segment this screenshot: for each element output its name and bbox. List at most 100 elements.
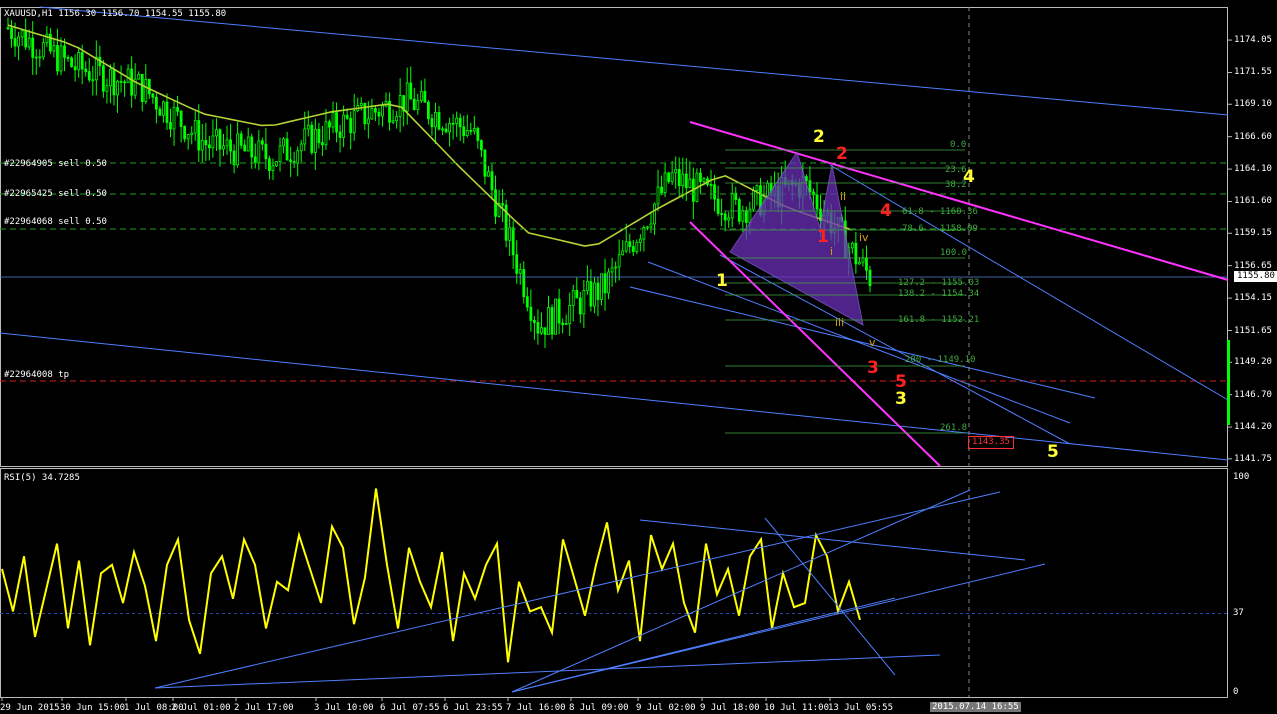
candle-body [239, 133, 243, 146]
wave-label: 1 [817, 227, 829, 247]
candle-body [338, 131, 342, 138]
price-tick-label: 1146.70 [1234, 389, 1272, 400]
candle-body [169, 122, 172, 130]
candle-body [515, 254, 519, 274]
candle-body [296, 150, 300, 164]
rsi-trendline [639, 519, 1026, 561]
candle-body [741, 210, 745, 222]
candle-body [84, 68, 88, 73]
candle-body [596, 282, 600, 300]
symbol-label: XAUUSD,H1 [4, 9, 53, 19]
time-tick-label: 6 Jul 07:55 [380, 703, 440, 713]
fib-label: 138.2 - 1154.34 [898, 289, 980, 299]
candle-body [543, 327, 547, 335]
fib-label: 78.6 - 1158.09 [902, 224, 978, 234]
candle-body [151, 93, 155, 98]
trendline [647, 261, 1071, 424]
candle-body [448, 122, 451, 133]
wave-label: iv [859, 231, 869, 244]
candle-body [861, 257, 865, 263]
wave-label: ii [840, 190, 847, 203]
price-tick-label: 1154.15 [1234, 293, 1272, 304]
candle-body [278, 145, 282, 162]
candle-body [727, 217, 731, 221]
candle-body [271, 165, 275, 172]
candle-body [854, 242, 858, 265]
candle-body [702, 178, 706, 182]
time-tick-label: 2 Jul 17:00 [234, 703, 294, 713]
candle-body [257, 140, 261, 164]
price-tick-label: 1159.15 [1234, 228, 1272, 239]
candle-body [575, 290, 579, 299]
candle-body [328, 121, 331, 128]
candle-body [462, 126, 466, 136]
candle-body [66, 57, 70, 59]
rsi-trendline [511, 597, 896, 693]
candle-body [377, 111, 381, 117]
candle-body [621, 250, 625, 256]
rsi-tick: 0 [1233, 687, 1239, 697]
price-tick-label: 1141.75 [1234, 453, 1272, 464]
candle-body [27, 37, 31, 48]
wave-label: 5 [1047, 442, 1059, 462]
candle-body [617, 254, 621, 268]
order-label[interactable]: #22965425 sell 0.50 [4, 189, 107, 199]
candle-body [557, 298, 561, 324]
rsi-trendline [511, 489, 971, 693]
candle-body [359, 102, 363, 107]
candle-body [518, 269, 522, 274]
candle-body [614, 266, 618, 269]
candle-body [31, 37, 35, 58]
candle-body [183, 126, 187, 140]
order-label[interactable]: #22964905 sell 0.50 [4, 159, 107, 169]
candle-body [204, 140, 208, 146]
candle-body [222, 145, 225, 150]
candle-body [850, 242, 854, 249]
candle-body [73, 66, 77, 71]
price-tick-label: 1156.65 [1234, 260, 1272, 271]
candle-body [469, 130, 473, 132]
candle-body [501, 203, 504, 206]
candle-body [589, 281, 593, 307]
candle-body [709, 184, 713, 186]
time-tick-label: 3 Jul 10:00 [314, 703, 374, 713]
price-tick-label: 1144.20 [1234, 422, 1272, 433]
candle-body [571, 290, 575, 306]
candle-body [331, 112, 335, 128]
candle-body [109, 68, 112, 87]
candle-body [865, 257, 868, 271]
candle-body [677, 168, 681, 187]
candle-body [207, 144, 211, 149]
candle-body [455, 117, 459, 124]
order-label[interactable]: #22964068 sell 0.50 [4, 217, 107, 227]
candle-body [321, 142, 324, 146]
candle-body [335, 112, 338, 133]
candle-body [313, 128, 317, 153]
fib-label: 127.2 - 1155.03 [898, 278, 980, 288]
candle-body [352, 110, 356, 134]
candle-body [17, 36, 20, 47]
candle-body [38, 56, 42, 59]
candle-body [487, 171, 490, 177]
wave-label: v [869, 336, 876, 349]
trendline [39, 6, 1229, 116]
candle-body [218, 129, 222, 150]
candle-body [6, 27, 10, 30]
candle-body [430, 118, 434, 128]
candle-body [529, 306, 533, 321]
candle-body [119, 80, 123, 83]
candle-body [536, 322, 540, 334]
candle-body [91, 79, 95, 82]
candle-body [628, 241, 632, 247]
trendline [0, 332, 1229, 461]
chart-window: XAUUSD,H1 1156.30 1156.70 1154.55 1155.8… [0, 0, 1277, 714]
candle-body [568, 305, 572, 324]
candle-body [815, 194, 819, 210]
fib-label: 261.8 [940, 423, 968, 433]
candle-body [13, 38, 17, 47]
time-tick-label: 2 Jul 01:00 [171, 703, 231, 713]
candle-body [130, 68, 134, 96]
candle-body [63, 45, 66, 58]
candle-body [670, 172, 674, 182]
order-label[interactable]: #22964008 tp [4, 370, 69, 380]
